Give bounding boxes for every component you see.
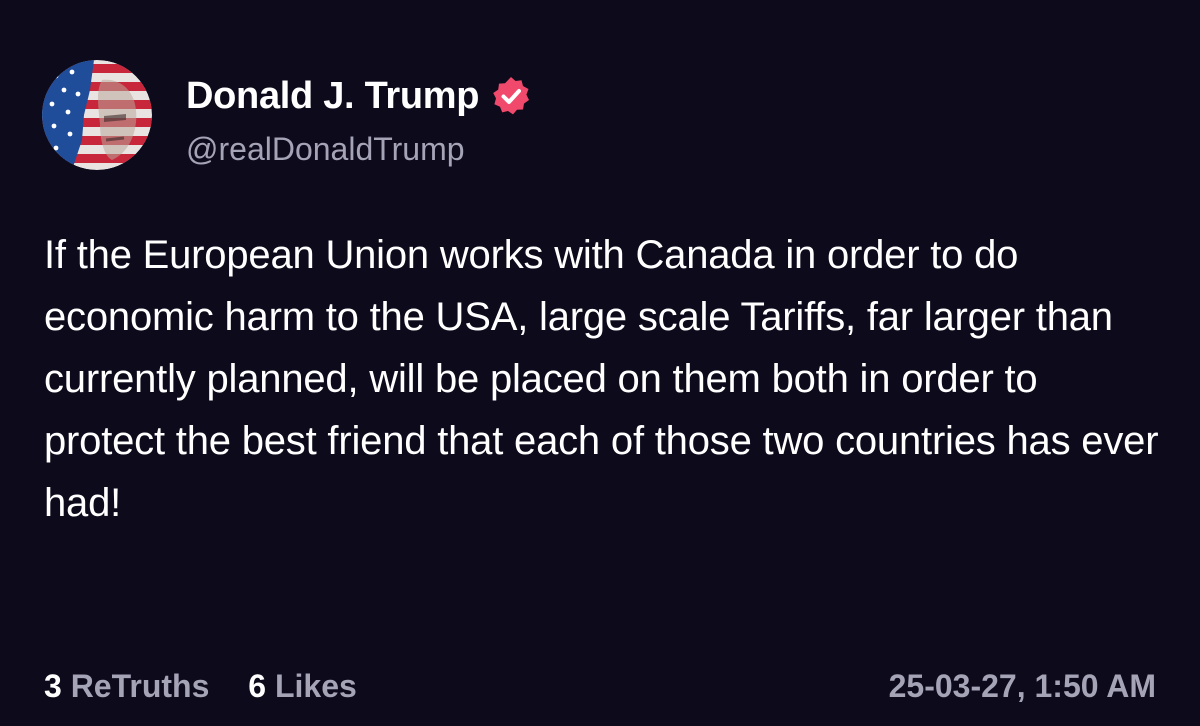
author-display-name[interactable]: Donald J. Trump	[186, 72, 480, 120]
author-name-row[interactable]: Donald J. Trump	[186, 72, 533, 120]
verified-check-icon	[489, 74, 533, 118]
retruths-count: 3	[44, 668, 62, 704]
author-handle[interactable]: @realDonaldTrump	[186, 128, 465, 170]
post-body: If the European Union works with Canada …	[44, 233, 1159, 525]
likes-stat[interactable]: 6 Likes	[248, 666, 357, 706]
likes-label: Likes	[274, 668, 357, 704]
truth-post: Donald J. Trump @realDonaldTrump If the …	[0, 0, 1200, 726]
post-timestamp: 25-03-27, 1:50 AM	[888, 668, 1156, 704]
flag-portrait-avatar-icon	[42, 60, 152, 170]
retruths-label: ReTruths	[70, 668, 210, 704]
author-avatar[interactable]	[42, 60, 152, 170]
retruths-stat[interactable]: 3 ReTruths	[44, 666, 209, 706]
likes-count: 6	[248, 668, 267, 704]
post-stats: 3 ReTruths 6 Likes	[44, 666, 387, 706]
